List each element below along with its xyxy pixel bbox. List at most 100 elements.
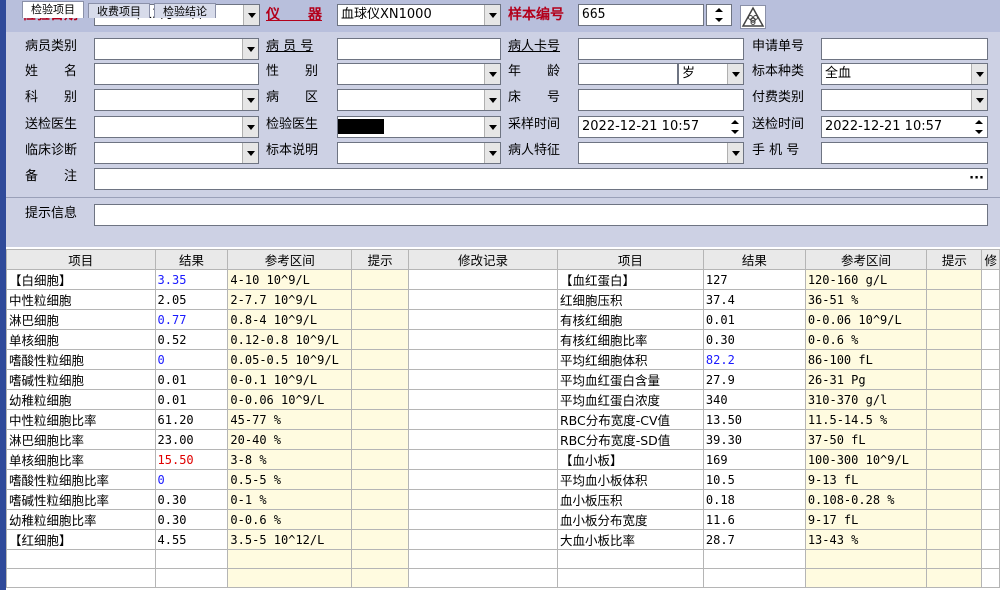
spin-down-icon[interactable] [728, 127, 742, 136]
item-cell[interactable]: 中性粒细胞 [6, 289, 156, 310]
spin-up-icon[interactable] [712, 6, 726, 15]
col-header-history-2[interactable]: 修 [981, 249, 1000, 270]
result-cell[interactable]: 0.52 [154, 329, 229, 350]
ward-select[interactable] [337, 89, 501, 111]
table-row[interactable]: 幼稚粒细胞 0.01 0-0.06 10^9/L 平均血红蛋白浓度 340 310-370… [6, 389, 1000, 410]
result-cell[interactable]: 23.00 [154, 429, 229, 450]
table-row[interactable]: 嗜碱性粒细胞 0.01 0-0.1 10^9/L 平均血红蛋白含量 27.9 26-31 … [6, 369, 1000, 390]
collect-time-input[interactable]: 2022-12-21 10:57 [578, 116, 744, 138]
pay-type-select[interactable] [821, 89, 988, 111]
result-cell[interactable]: 37.4 [702, 289, 806, 310]
age-unit-select[interactable]: 岁 [678, 63, 744, 85]
diagnosis-select[interactable] [94, 142, 259, 164]
result-cell[interactable]: 0.01 [154, 369, 229, 390]
chevron-down-icon[interactable] [242, 143, 258, 163]
result-cell[interactable]: 0 [154, 469, 229, 490]
result-cell[interactable]: 39.30 [702, 429, 806, 450]
chevron-down-icon[interactable] [242, 90, 258, 110]
result-cell[interactable]: 4.55 [154, 529, 229, 550]
item-cell[interactable]: 有核红细胞 [556, 309, 704, 330]
item-cell[interactable]: 嗜碱性粒细胞 [6, 369, 156, 390]
phone-input[interactable] [821, 142, 988, 164]
apply-no-input[interactable] [821, 38, 988, 60]
item-cell[interactable]: 平均红细胞体积 [556, 349, 704, 370]
table-row[interactable]: 幼稚粒细胞比率 0.30 0-0.6 % 血小板分布宽度 11.6 9-17 fL [6, 509, 1000, 530]
spin-down-icon[interactable] [972, 127, 986, 136]
remark-input[interactable]: ··· [94, 168, 988, 190]
item-cell[interactable]: 幼稚粒细胞比率 [6, 509, 156, 530]
result-cell[interactable]: 27.9 [702, 369, 806, 390]
result-cell[interactable]: 0.18 [702, 489, 806, 510]
result-cell[interactable]: 82.2 [702, 349, 806, 370]
table-row[interactable]: 【白细胞】 3.35 4-10 10^9/L 【血红蛋白】 127 120-160 g/L [6, 269, 1000, 290]
result-cell[interactable]: 10.5 [702, 469, 806, 490]
col-header-result-2[interactable]: 结果 [702, 249, 806, 270]
age-input[interactable] [578, 63, 678, 85]
table-row[interactable]: 【红细胞】 4.55 3.5-5 10^12/L 大血小板比率 28.7 13-43 % [6, 529, 1000, 550]
col-header-ref[interactable]: 参考区间 [227, 249, 353, 270]
table-row[interactable]: 单核细胞 0.52 0.12-0.8 10^9/L 有核红细胞比率 0.30 0-0.6 … [6, 329, 1000, 350]
table-row[interactable]: 中性粒细胞 2.05 2-7.7 10^9/L 红细胞压积 37.4 36-51 % [6, 289, 1000, 310]
tab-fee-items[interactable]: 收费项目 [88, 3, 150, 18]
result-cell[interactable] [702, 568, 806, 588]
item-cell[interactable]: 【血小板】 [556, 449, 704, 470]
item-cell[interactable]: 【白细胞】 [6, 269, 156, 290]
item-cell[interactable]: 单核细胞 [6, 329, 156, 350]
result-cell[interactable]: 127 [702, 269, 806, 290]
patient-no-label[interactable]: 病 员 号 [266, 36, 313, 58]
result-cell[interactable]: 0 [154, 349, 229, 370]
col-header-item-2[interactable]: 项目 [556, 249, 704, 270]
item-cell[interactable]: 平均血红蛋白浓度 [556, 389, 704, 410]
result-cell[interactable]: 0.30 [154, 489, 229, 510]
chevron-down-icon[interactable] [727, 143, 743, 163]
table-row[interactable]: 嗜酸性粒细胞 0 0.05-0.5 10^9/L 平均红细胞体积 82.2 86-100 … [6, 349, 1000, 370]
item-cell[interactable]: 大血小板比率 [556, 529, 704, 550]
item-cell[interactable]: 嗜酸性粒细胞比率 [6, 469, 156, 490]
chevron-down-icon[interactable] [242, 117, 258, 137]
result-cell[interactable] [154, 549, 229, 569]
item-cell[interactable]: 【血红蛋白】 [556, 269, 704, 290]
table-row[interactable] [6, 568, 1000, 588]
result-cell[interactable]: 15.50 [154, 449, 229, 470]
item-cell[interactable]: 单核细胞比率 [6, 449, 156, 470]
item-cell[interactable]: 红细胞压积 [556, 289, 704, 310]
item-cell[interactable]: 淋巴细胞比率 [6, 429, 156, 450]
sample-number-stepper[interactable] [706, 4, 732, 26]
result-cell[interactable]: 0.30 [154, 509, 229, 530]
item-cell[interactable]: 平均血红蛋白含量 [556, 369, 704, 390]
result-cell[interactable] [154, 568, 229, 588]
table-row[interactable]: 嗜碱性粒细胞比率 0.30 0-1 % 血小板压积 0.18 0.108-0.28 % [6, 489, 1000, 510]
table-row[interactable] [6, 549, 1000, 569]
table-row[interactable]: 嗜酸性粒细胞比率 0 0.5-5 % 平均血小板体积 10.5 9-13 fL [6, 469, 1000, 490]
col-header-result[interactable]: 结果 [154, 249, 229, 270]
chevron-down-icon[interactable] [727, 64, 743, 84]
result-cell[interactable]: 11.6 [702, 509, 806, 530]
table-row[interactable]: 中性粒细胞比率 61.20 45-77 % RBC分布宽度-CV值 13.50 11.5-… [6, 409, 1000, 430]
spin-up-icon[interactable] [728, 118, 742, 127]
card-no-input[interactable] [578, 38, 744, 60]
item-cell[interactable]: 嗜酸性粒细胞 [6, 349, 156, 370]
item-cell[interactable]: RBC分布宽度-SD值 [556, 429, 704, 450]
result-cell[interactable]: 169 [702, 449, 806, 470]
biohazard-icon[interactable] [740, 5, 766, 29]
item-cell[interactable]: 有核红细胞比率 [556, 329, 704, 350]
item-cell[interactable]: 淋巴细胞 [6, 309, 156, 330]
table-row[interactable]: 淋巴细胞 0.77 0.8-4 10^9/L 有核红细胞 0.01 0-0.06 10^9… [6, 309, 1000, 330]
patient-feature-select[interactable] [578, 142, 744, 164]
sample-number-input[interactable]: 665 [578, 4, 704, 26]
result-cell[interactable]: 28.7 [702, 529, 806, 550]
patient-no-input[interactable] [337, 38, 501, 60]
item-cell[interactable]: 中性粒细胞比率 [6, 409, 156, 430]
result-cell[interactable]: 61.20 [154, 409, 229, 430]
spin-up-icon[interactable] [972, 118, 986, 127]
specimen-note-select[interactable] [337, 142, 501, 164]
result-cell[interactable]: 0.77 [154, 309, 229, 330]
chevron-down-icon[interactable] [971, 90, 987, 110]
item-cell[interactable] [556, 549, 704, 569]
dept-select[interactable] [94, 89, 259, 111]
result-cell[interactable]: 3.35 [154, 269, 229, 290]
result-cell[interactable]: 0.30 [702, 329, 806, 350]
name-input[interactable] [94, 63, 259, 85]
result-cell[interactable]: 13.50 [702, 409, 806, 430]
instrument-select[interactable]: 血球仪XN1000 [337, 4, 501, 26]
